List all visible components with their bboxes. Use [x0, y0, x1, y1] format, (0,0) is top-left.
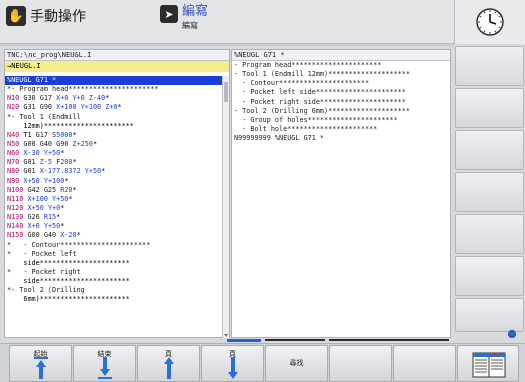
vertical-softkey-7[interactable] [455, 298, 524, 332]
program-line[interactable]: side********************** [5, 259, 223, 268]
program-line[interactable]: %NEUGL G71 * [5, 76, 223, 86]
softkey-label: 尋找 [289, 359, 304, 367]
pane-indicator-active [227, 339, 261, 342]
scrollbar-thumb[interactable] [224, 82, 228, 102]
vertical-softkey-4[interactable] [455, 172, 524, 212]
program-line[interactable]: N70 G01 Z-5 F200* [5, 158, 223, 167]
program-line[interactable]: N20 G31 G90 X+100 Y+100 Z+0* [5, 103, 223, 112]
softkey-page-up[interactable]: 頁 [137, 345, 200, 382]
analog-clock-icon [476, 8, 504, 36]
structure-line[interactable]: - Group of holes********************** [232, 116, 450, 125]
pane-indicator-segment [329, 339, 449, 341]
softkey-bar: 起始 結束 頁 頁 尋找 [0, 343, 525, 382]
program-line[interactable]: * - Pocket left [5, 250, 223, 259]
program-line[interactable]: 6mm)********************** [5, 295, 223, 304]
program-line[interactable]: * - Pocket right [5, 268, 223, 277]
vertical-softkey-6[interactable] [455, 256, 524, 296]
softkey-begin[interactable]: 起始 [9, 345, 72, 382]
pane-indicator-segment [265, 339, 325, 341]
program-line[interactable]: N120 X+50 Y+0* [5, 204, 223, 213]
clock-button[interactable] [454, 0, 525, 44]
structure-line[interactable]: - Tool 1 (Endmill 12mm)*****************… [232, 70, 450, 79]
structure-line[interactable]: - Program head********************** [232, 61, 450, 70]
vertical-softkey-3[interactable] [455, 130, 524, 170]
program-path: TNC:\nc_prog\NEUGL.I [5, 50, 229, 61]
scroll-down-icon[interactable] [224, 334, 228, 337]
program-line[interactable]: N10 G30 G17 X+0 Y+0 Z-40* [5, 94, 223, 103]
program-line[interactable]: *- Program head********************** [5, 85, 223, 94]
program-line[interactable]: *- Tool 1 (Endmill [5, 113, 223, 122]
programming-icon: ➤ [160, 5, 178, 23]
softkey-find[interactable]: 尋找 [265, 345, 328, 382]
arrow-up-to-top-icon [33, 357, 48, 379]
structure-line[interactable]: - Tool 2 (Drilling 6mm)*****************… [232, 107, 450, 116]
programming-mode[interactable]: ➤ 編寫 編寫 [160, 5, 208, 30]
vertical-softkey-column [454, 44, 525, 336]
structure-line[interactable]: - Pocket right side********************* [232, 98, 450, 107]
page-down-arrow-icon [227, 357, 238, 379]
info-icon[interactable] [508, 330, 516, 338]
program-file-name[interactable]: →NEUGL.I [5, 61, 229, 72]
manual-operation-mode[interactable]: ✋ 手動操作 [6, 6, 86, 26]
program-line[interactable]: N150 G00 G40 X-20* [5, 231, 223, 240]
header-divider [0, 44, 454, 46]
program-line[interactable]: 12mm)********************** [5, 122, 223, 131]
program-line[interactable]: N100 G42 G25 R20* [5, 186, 223, 195]
softkey-program-view[interactable] [457, 345, 519, 382]
vertical-softkey-2[interactable] [455, 88, 524, 128]
structure-lines[interactable]: - Program head********************** - To… [232, 61, 450, 143]
program-view-icon [472, 352, 506, 378]
page-up-arrow-icon [163, 357, 174, 379]
arrow-down-to-bottom-icon [97, 357, 112, 379]
editor-scrollbar[interactable] [222, 76, 229, 338]
program-line[interactable]: N110 X+100 Y+50* [5, 195, 223, 204]
structure-pane[interactable]: %NEUGL G71 * - Program head*************… [231, 49, 451, 338]
program-line[interactable]: *- Tool 2 (Drilling [5, 286, 223, 295]
program-line[interactable]: N50 G00 G40 G90 Z+250* [5, 140, 223, 149]
program-lines[interactable]: %NEUGL G71 * *- Program head*************… [5, 76, 223, 338]
mode-sub-caption: 編寫 [182, 21, 198, 30]
mode-main-label: 手動操作 [30, 9, 86, 25]
structure-line[interactable]: - Contour********************** [232, 79, 450, 88]
program-line[interactable]: N60 X-30 Y+50* [5, 149, 223, 158]
vertical-softkey-5[interactable] [455, 214, 524, 254]
program-line[interactable]: N140 X+0 Y+50* [5, 222, 223, 231]
program-line[interactable]: N40 T1 G17 S5000* [5, 131, 223, 140]
structure-line[interactable]: - Pocket left side********************** [232, 88, 450, 97]
pane-indicator [227, 339, 451, 342]
program-line[interactable]: * - Contour********************** [5, 241, 223, 250]
vertical-softkey-1[interactable] [455, 46, 524, 86]
program-line[interactable]: N80 G01 X-177.8372 Y+50* [5, 167, 223, 176]
mode-header: ✋ 手動操作 ➤ 編寫 編寫 [0, 0, 454, 44]
structure-line[interactable]: - Bolt hole********************** [232, 125, 450, 134]
softkey-empty-7[interactable] [393, 345, 456, 382]
program-line[interactable]: N90 X+50 Y+100* [5, 177, 223, 186]
structure-line[interactable]: N99999999 %NEUGL G71 * [232, 134, 450, 143]
structure-title: %NEUGL G71 * [232, 50, 450, 61]
softkey-end[interactable]: 結束 [73, 345, 136, 382]
hand-icon: ✋ [6, 6, 26, 26]
softkey-page-down[interactable]: 頁 [201, 345, 264, 382]
program-editor-pane[interactable]: TNC:\nc_prog\NEUGL.I →NEUGL.I %NEUGL G71… [4, 49, 230, 338]
program-line[interactable]: side********************** [5, 277, 223, 286]
mode-sub-title: 編寫 [182, 4, 209, 19]
softkey-empty-6[interactable] [329, 345, 392, 382]
program-line[interactable]: N130 G26 R15* [5, 213, 223, 222]
